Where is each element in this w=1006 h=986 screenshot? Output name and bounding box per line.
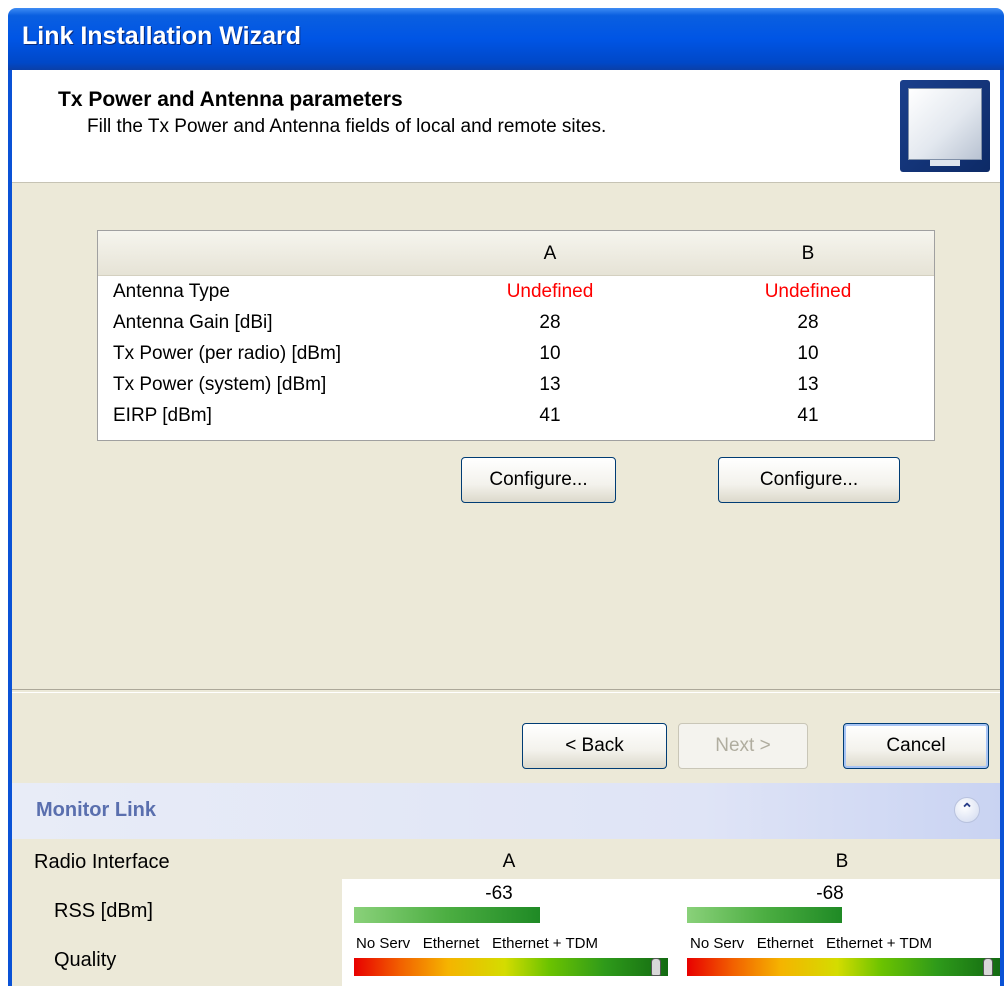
antenna-base <box>930 160 960 166</box>
next-button[interactable]: Next > <box>678 723 808 769</box>
divider <box>12 689 1000 693</box>
double-chevron-up-icon[interactable]: ⌃ <box>954 797 980 823</box>
row-label: Antenna Type <box>113 281 230 302</box>
table-row-tx-power-system: Tx Power (system) [dBm] 13 13 <box>98 369 934 400</box>
eirp-a-value: 41 <box>539 405 561 426</box>
rss-a-value: -63 <box>485 883 513 904</box>
page-title: Tx Power and Antenna parameters <box>58 88 403 111</box>
meters-panel: -63 -68 No Serv Ethernet Ethernet + TDM … <box>342 879 1000 986</box>
window-frame-right <box>1000 70 1004 986</box>
monitor-link-panel: Radio Interface A B RSS [dBm] Quality -6… <box>12 839 1000 986</box>
quality-b-ethernet: Ethernet <box>756 935 814 952</box>
quality-a-scale-labels: No Serv Ethernet Ethernet + TDM <box>356 935 598 952</box>
rss-b-value: -68 <box>816 883 844 904</box>
quality-a-ethernet-tdm: Ethernet + TDM <box>491 935 598 952</box>
wizard-body: A B Antenna Type Undefined Undefined Ant… <box>12 183 1000 783</box>
table-header: A B <box>98 231 934 276</box>
monitor-column-b: B <box>835 851 849 872</box>
quality-label: Quality <box>54 949 117 971</box>
column-header-b: B <box>801 243 815 264</box>
eirp-b-value: 41 <box>797 405 819 426</box>
tx-power-radio-a-value: 10 <box>539 343 561 364</box>
tx-power-system-b-value: 13 <box>797 374 819 395</box>
monitor-column-a: A <box>502 851 516 872</box>
table-row-eirp: EIRP [dBm] 41 41 <box>98 400 934 431</box>
monitor-link-title: Monitor Link <box>36 799 156 821</box>
rss-b-bar <box>687 907 842 923</box>
cancel-button[interactable]: Cancel <box>843 723 989 769</box>
rss-a-bar <box>354 907 540 923</box>
quality-a-no-serv: No Serv <box>356 935 411 952</box>
antenna-type-b-value: Undefined <box>764 281 852 302</box>
table-row-tx-power-radio: Tx Power (per radio) [dBm] 10 10 <box>98 338 934 369</box>
quality-b-scale-labels: No Serv Ethernet Ethernet + TDM <box>690 935 932 952</box>
parameters-table: A B Antenna Type Undefined Undefined Ant… <box>97 230 935 441</box>
tx-power-radio-b-value: 10 <box>797 343 819 364</box>
quality-a-ethernet: Ethernet <box>422 935 480 952</box>
table-row-antenna-type: Antenna Type Undefined Undefined <box>98 276 934 307</box>
antenna-type-a-value: Undefined <box>506 281 594 302</box>
tx-power-system-a-value: 13 <box>539 374 561 395</box>
quality-a-marker <box>651 958 661 976</box>
row-label: Tx Power (system) [dBm] <box>113 374 327 395</box>
quality-b-ethernet-tdm: Ethernet + TDM <box>825 935 932 952</box>
quality-b-no-serv: No Serv <box>690 935 745 952</box>
row-label: EIRP [dBm] <box>113 405 212 426</box>
radio-interface-label: Radio Interface <box>34 851 170 873</box>
antenna-panel <box>908 88 982 160</box>
quality-b-marker <box>983 958 993 976</box>
antenna-gain-b-value: 28 <box>797 312 819 333</box>
back-button[interactable]: < Back <box>522 723 667 769</box>
table-row-antenna-gain: Antenna Gain [dBi] 28 28 <box>98 307 934 338</box>
row-label: Antenna Gain [dBi] <box>113 312 273 333</box>
configure-b-button[interactable]: Configure... <box>718 457 900 503</box>
window-title: Link Installation Wizard <box>22 22 301 50</box>
antenna-icon <box>900 80 990 172</box>
window-titlebar[interactable]: Link Installation Wizard <box>8 8 1004 70</box>
rss-label: RSS [dBm] <box>54 900 153 922</box>
wizard-header: Tx Power and Antenna parameters Fill the… <box>12 70 1000 183</box>
antenna-gain-a-value: 28 <box>539 312 561 333</box>
quality-a-bar <box>354 958 668 976</box>
quality-b-bar <box>687 958 1000 976</box>
column-header-a: A <box>543 243 557 264</box>
configure-a-button[interactable]: Configure... <box>461 457 616 503</box>
monitor-link-header[interactable]: Monitor Link ⌃ <box>12 783 1000 839</box>
page-subtitle: Fill the Tx Power and Antenna fields of … <box>87 116 607 137</box>
row-label: Tx Power (per radio) [dBm] <box>113 343 342 364</box>
